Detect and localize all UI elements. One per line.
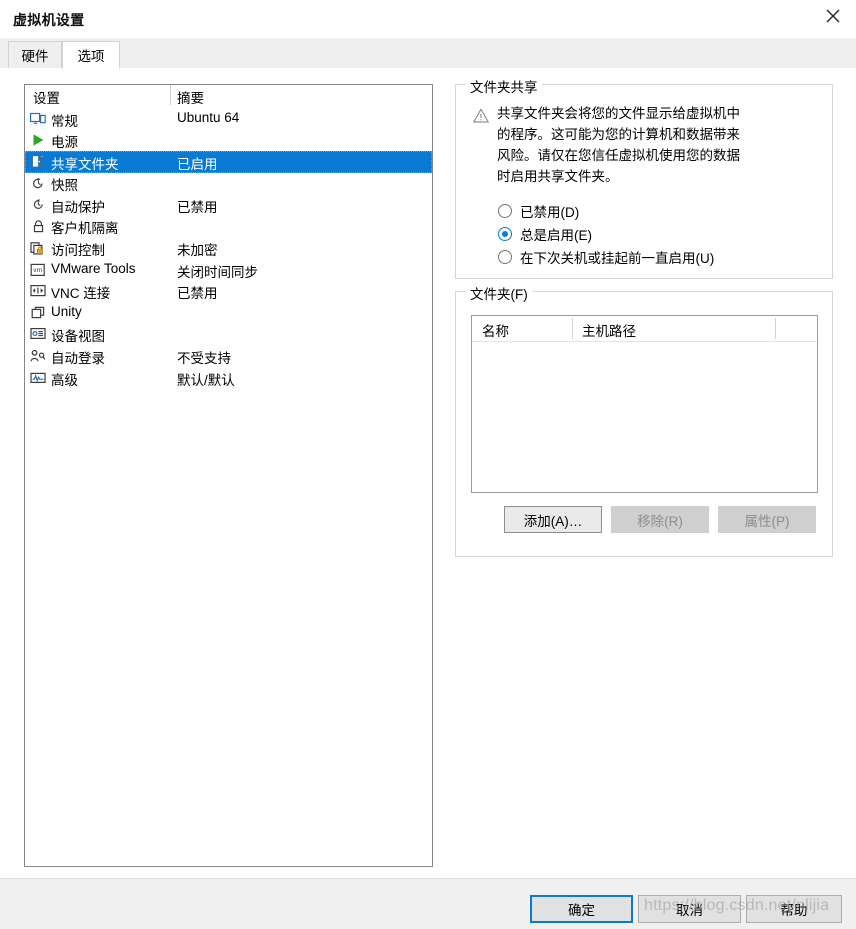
lock-icon <box>29 218 47 235</box>
settings-row-shared-folders[interactable]: 共享文件夹 已启用 <box>25 151 432 173</box>
vnc-icon <box>29 283 47 300</box>
folders-column-header-name: 名称 <box>482 324 509 339</box>
folder-properties-label: 属性(P) <box>744 513 790 529</box>
tab-strip: 硬件 选项 <box>0 38 856 69</box>
settings-row-general[interactable]: 常规 Ubuntu 64 <box>25 108 432 130</box>
settings-row-unity[interactable]: Unity <box>25 302 432 324</box>
settings-row-summary: 已禁用 <box>177 286 218 302</box>
settings-list[interactable]: 设置 摘要 常规 Ubuntu 64 电源 共享文件夹 已启用 快照 自动保护 … <box>24 84 433 867</box>
settings-row-label: 电源 <box>51 135 78 151</box>
help-button[interactable]: 帮助 <box>746 895 842 923</box>
settings-row-label: 访问控制 <box>51 243 105 259</box>
radio-sharing-disabled[interactable]: 已禁用(D) <box>498 200 579 222</box>
window-title: 虚拟机设置 <box>13 12 85 28</box>
settings-row-label: VMware Tools <box>51 260 136 276</box>
radio-mark-icon <box>498 250 512 264</box>
radio-sharing-always-enabled[interactable]: 总是启用(E) <box>498 223 592 245</box>
radio-label: 在下次关机或挂起前一直启用(U) <box>520 251 715 266</box>
folders-header-divider-1 <box>572 318 573 339</box>
settings-row-autoprotect[interactable]: 自动保护 已禁用 <box>25 194 432 216</box>
folders-table-body <box>472 342 817 492</box>
folder-sharing-groupbox: 文件夹共享 共享文件夹会将您的文件显示给虚拟机中的程序。这可能为您的计算机和数据… <box>455 76 833 279</box>
shared-folder-icon <box>29 153 47 170</box>
settings-row-summary: 关闭时间同步 <box>177 264 258 280</box>
settings-row-label: 客户机隔离 <box>51 221 119 237</box>
vmware-tools-icon: vm <box>29 261 47 278</box>
folder-sharing-warning-text: 共享文件夹会将您的文件显示给虚拟机中的程序。这可能为您的计算机和数据带来风险。请… <box>497 106 740 184</box>
folders-title: 文件夹(F) <box>466 283 532 303</box>
settings-row-auto-login[interactable]: 自动登录 不受支持 <box>25 346 432 368</box>
settings-row-guest-isolation[interactable]: 客户机隔离 <box>25 216 432 238</box>
play-icon <box>29 132 47 149</box>
radio-mark-icon <box>498 227 512 241</box>
radio-sharing-until-next-poweroff[interactable]: 在下次关机或挂起前一直启用(U) <box>498 246 714 268</box>
tab-hardware-label: 硬件 <box>21 49 49 64</box>
close-button[interactable] <box>810 0 856 32</box>
auto-login-icon <box>29 348 47 365</box>
settings-row-device-view[interactable]: 设备视图 <box>25 324 432 346</box>
settings-row-label: 共享文件夹 <box>51 156 119 172</box>
cancel-button-label: 取消 <box>676 903 703 918</box>
title-bar: 虚拟机设置 <box>0 0 856 38</box>
add-folder-label: 添加(A)… <box>523 513 583 529</box>
settings-row-vmware-tools[interactable]: vm VMware Tools 关闭时间同步 <box>25 259 432 281</box>
settings-row-label: 设备视图 <box>51 329 105 345</box>
settings-row-summary: Ubuntu 64 <box>177 109 240 125</box>
settings-column-header-name: 设置 <box>33 91 60 106</box>
folder-properties-button[interactable]: 属性(P) <box>718 506 816 533</box>
settings-row-label: 高级 <box>51 372 78 388</box>
settings-column-header-summary: 摘要 <box>177 91 204 106</box>
settings-row-summary: 已启用 <box>177 156 218 172</box>
radio-mark-icon <box>498 204 512 218</box>
settings-row-summary: 默认/默认 <box>177 372 235 388</box>
folders-header-divider-2 <box>775 318 776 339</box>
folders-table-header: 名称 主机路径 <box>472 316 817 342</box>
unity-icon <box>29 304 47 321</box>
content-area: 设置 摘要 常规 Ubuntu 64 电源 共享文件夹 已启用 快照 自动保护 … <box>0 68 856 878</box>
ok-button[interactable]: 确定 <box>530 895 633 923</box>
settings-row-label: 常规 <box>51 113 78 129</box>
radio-label: 已禁用(D) <box>520 205 580 220</box>
monitor-icon <box>29 110 47 127</box>
settings-row-summary: 不受支持 <box>177 351 231 367</box>
ok-button-label: 确定 <box>568 903 595 918</box>
dialog-footer: 确定 取消 帮助 <box>0 879 856 929</box>
settings-row-summary: 未加密 <box>177 243 218 259</box>
folders-groupbox: 文件夹(F) 名称 主机路径 添加(A)… 移除(R) 属性(P) <box>455 283 833 557</box>
settings-row-label: Unity <box>51 303 82 319</box>
help-button-label: 帮助 <box>780 903 808 918</box>
autoprotect-icon <box>29 196 47 213</box>
access-control-icon <box>29 240 47 257</box>
remove-folder-button[interactable]: 移除(R) <box>611 506 709 533</box>
settings-row-label: 自动登录 <box>51 351 105 367</box>
settings-row-summary: 已禁用 <box>177 199 218 215</box>
settings-list-header: 设置 摘要 <box>25 85 432 108</box>
svg-text:vm: vm <box>33 267 42 274</box>
close-icon <box>826 9 840 23</box>
settings-row-advanced[interactable]: 高级 默认/默认 <box>25 367 432 389</box>
add-folder-button[interactable]: 添加(A)… <box>504 506 602 533</box>
settings-row-label: 自动保护 <box>51 199 105 215</box>
device-view-icon <box>29 326 47 343</box>
cancel-button[interactable]: 取消 <box>638 895 741 923</box>
settings-row-label: 快照 <box>51 178 78 194</box>
folders-column-header-host-path: 主机路径 <box>582 324 636 339</box>
warning-icon <box>472 107 490 125</box>
advanced-icon <box>29 369 47 386</box>
settings-row-label: VNC 连接 <box>51 286 111 302</box>
settings-row-snapshot[interactable]: 快照 <box>25 173 432 195</box>
settings-row-vnc[interactable]: VNC 连接 已禁用 <box>25 281 432 303</box>
snapshot-icon <box>29 175 47 192</box>
tab-options[interactable]: 选项 <box>62 41 120 69</box>
settings-header-divider <box>170 85 171 105</box>
radio-label: 总是启用(E) <box>520 228 592 243</box>
tab-hardware[interactable]: 硬件 <box>8 41 62 68</box>
folders-table[interactable]: 名称 主机路径 <box>471 315 818 493</box>
tab-options-label: 选项 <box>77 49 105 64</box>
folder-sharing-title: 文件夹共享 <box>466 76 542 96</box>
settings-row-power[interactable]: 电源 <box>25 130 432 152</box>
settings-row-access-control[interactable]: 访问控制 未加密 <box>25 238 432 260</box>
remove-folder-label: 移除(R) <box>637 513 683 529</box>
